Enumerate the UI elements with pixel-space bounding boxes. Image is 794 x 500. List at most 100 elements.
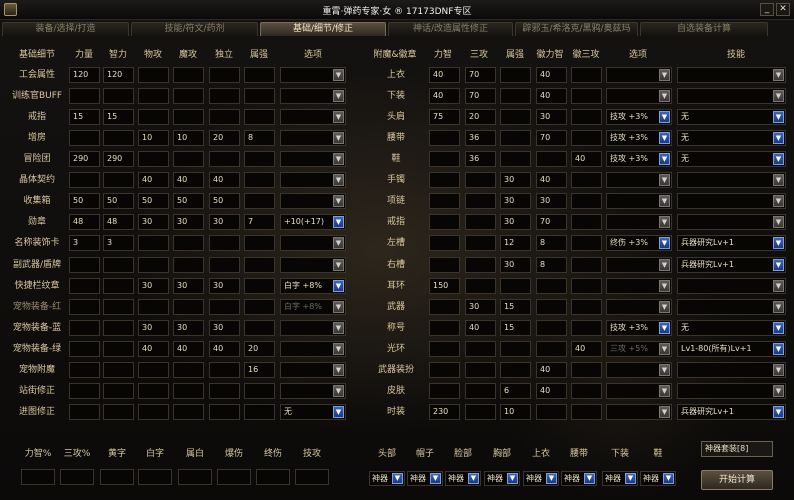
right-value-cell[interactable]: 40 [429,88,460,104]
skill-dropdown[interactable]: ▼ [677,193,786,209]
chevron-down-icon[interactable]: ▼ [659,280,670,292]
slot-select[interactable]: 神器 ▼ [640,471,676,486]
left-value-cell[interactable] [138,383,169,399]
right-option-dropdown[interactable]: 技攻 +3% ▼ [606,151,672,167]
left-value-cell[interactable] [69,130,100,146]
right-value-cell[interactable]: 40 [465,320,496,336]
chevron-down-icon[interactable]: ▼ [333,343,344,355]
right-value-cell[interactable] [465,257,496,273]
chevron-down-icon[interactable]: ▼ [333,364,344,376]
stat-input[interactable] [100,469,134,485]
left-option-dropdown[interactable]: ▼ [280,320,346,336]
left-value-cell[interactable]: 10 [138,130,169,146]
right-option-dropdown[interactable]: ▼ [606,404,672,420]
left-value-cell[interactable] [209,299,240,315]
right-value-cell[interactable] [571,257,602,273]
chevron-down-icon[interactable]: ▼ [468,473,479,484]
right-value-cell[interactable] [500,130,531,146]
chevron-down-icon[interactable]: ▼ [392,473,403,484]
right-option-dropdown[interactable]: ▼ [606,67,672,83]
stat-input[interactable] [21,469,55,485]
chevron-down-icon[interactable]: ▼ [333,406,344,418]
left-option-dropdown[interactable]: ▼ [280,235,346,251]
skill-dropdown[interactable]: ▼ [677,214,786,230]
left-value-cell[interactable] [69,88,100,104]
left-value-cell[interactable]: 30 [209,320,240,336]
left-value-cell[interactable]: 30 [138,320,169,336]
right-value-cell[interactable] [571,67,602,83]
chevron-down-icon[interactable]: ▼ [333,322,344,334]
left-value-cell[interactable]: 16 [244,362,275,378]
left-value-cell[interactable]: 50 [173,193,204,209]
left-value-cell[interactable] [69,383,100,399]
left-value-cell[interactable] [244,383,275,399]
right-option-dropdown[interactable]: 终伤 +3% ▼ [606,235,672,251]
left-option-dropdown[interactable]: ▼ [280,67,346,83]
chevron-down-icon[interactable]: ▼ [625,473,636,484]
chevron-down-icon[interactable]: ▼ [659,132,670,144]
left-value-cell[interactable] [69,278,100,294]
left-value-cell[interactable] [173,235,204,251]
right-value-cell[interactable] [429,341,460,357]
left-value-cell[interactable] [173,257,204,273]
right-value-cell[interactable]: 40 [571,341,602,357]
left-value-cell[interactable]: 7 [244,214,275,230]
right-value-cell[interactable] [465,214,496,230]
left-value-cell[interactable] [173,383,204,399]
right-value-cell[interactable] [429,383,460,399]
right-option-dropdown[interactable]: ▼ [606,172,672,188]
chevron-down-icon[interactable]: ▼ [546,473,557,484]
right-value-cell[interactable]: 40 [536,172,567,188]
right-value-cell[interactable] [429,130,460,146]
left-value-cell[interactable] [138,299,169,315]
right-value-cell[interactable] [429,299,460,315]
right-value-cell[interactable] [536,404,567,420]
left-value-cell[interactable] [103,88,134,104]
chevron-down-icon[interactable]: ▼ [584,473,595,484]
left-value-cell[interactable] [103,383,134,399]
left-value-cell[interactable]: 50 [103,193,134,209]
skill-dropdown[interactable]: ▼ [677,88,786,104]
right-value-cell[interactable] [465,193,496,209]
tab-4[interactable]: 神话/改造属性修正 [388,22,513,36]
chevron-down-icon[interactable]: ▼ [773,90,784,102]
left-value-cell[interactable] [138,362,169,378]
slot-select[interactable]: 神器 ▼ [484,471,520,486]
right-value-cell[interactable] [571,214,602,230]
right-value-cell[interactable] [500,151,531,167]
right-value-cell[interactable]: 40 [536,88,567,104]
left-value-cell[interactable] [138,67,169,83]
left-value-cell[interactable] [244,151,275,167]
right-value-cell[interactable] [571,299,602,315]
right-value-cell[interactable]: 8 [536,257,567,273]
right-value-cell[interactable]: 70 [536,214,567,230]
left-value-cell[interactable] [173,67,204,83]
left-value-cell[interactable] [173,88,204,104]
left-value-cell[interactable] [103,278,134,294]
left-option-dropdown[interactable]: +10(+17) ▼ [280,214,346,230]
chevron-down-icon[interactable]: ▼ [659,301,670,313]
right-value-cell[interactable]: 15 [500,320,531,336]
left-value-cell[interactable] [209,151,240,167]
left-value-cell[interactable] [209,362,240,378]
skill-dropdown[interactable]: ▼ [677,278,786,294]
stat-input[interactable] [295,469,329,485]
tab-5[interactable]: 辟邪玉/希洛克/黑鸦/奥兹玛 [515,22,638,36]
right-value-cell[interactable] [571,404,602,420]
left-value-cell[interactable] [138,257,169,273]
chevron-down-icon[interactable]: ▼ [430,473,441,484]
chevron-down-icon[interactable]: ▼ [659,385,670,397]
tab-3[interactable]: 基础/细节/修正 [260,22,386,36]
right-value-cell[interactable] [536,341,567,357]
right-value-cell[interactable]: 40 [536,362,567,378]
right-value-cell[interactable]: 8 [536,235,567,251]
left-value-cell[interactable] [173,404,204,420]
left-value-cell[interactable]: 20 [244,341,275,357]
right-value-cell[interactable]: 30 [536,193,567,209]
right-value-cell[interactable] [536,320,567,336]
chevron-down-icon[interactable]: ▼ [333,153,344,165]
left-value-cell[interactable] [209,383,240,399]
left-value-cell[interactable]: 3 [103,235,134,251]
slot-select[interactable]: 神器 ▼ [602,471,638,486]
slot-select[interactable]: 神器 ▼ [523,471,559,486]
